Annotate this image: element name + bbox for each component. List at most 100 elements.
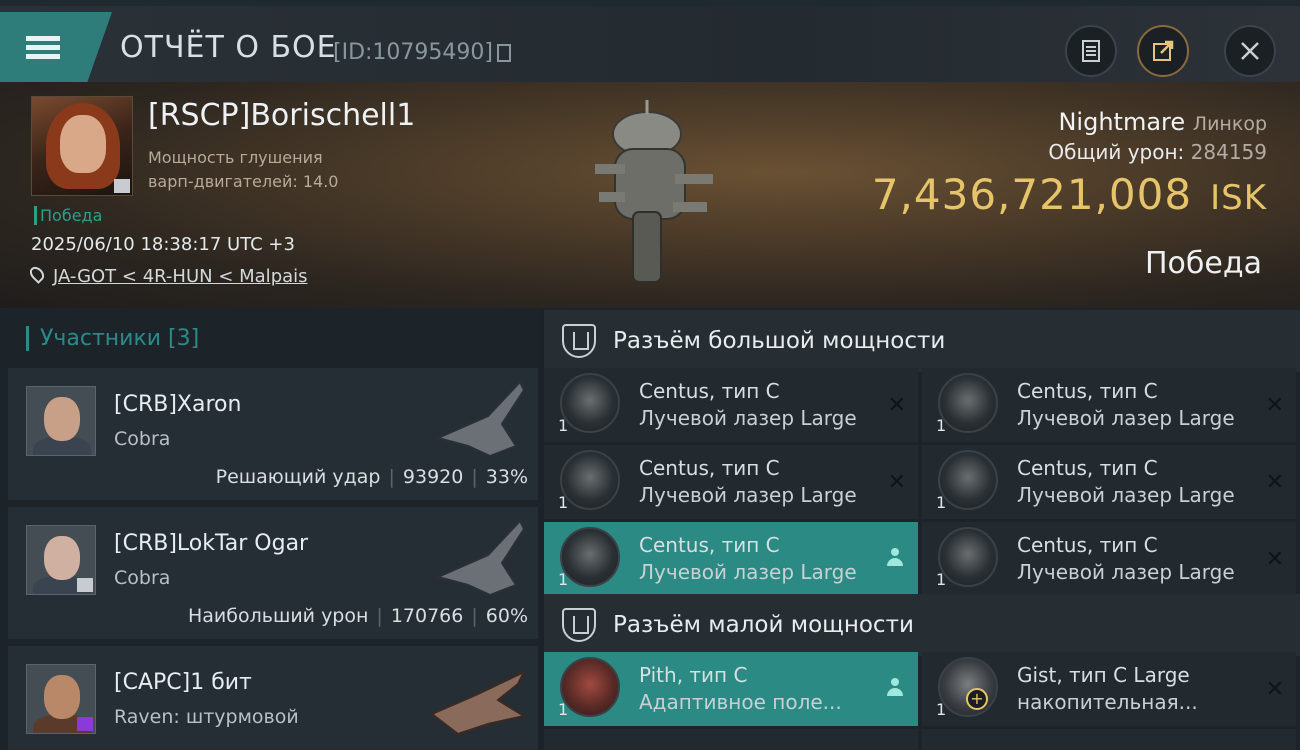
- participant-percent: 60%: [485, 605, 528, 627]
- location-text: JA-GOT < 4R-HUN < Malpais: [53, 266, 308, 287]
- module-type: накопительная...: [1017, 690, 1198, 714]
- info-badge-icon: [77, 717, 93, 731]
- participant-name: [CRB]Xaron: [114, 392, 242, 417]
- total-damage-value: 284159: [1190, 140, 1267, 164]
- participant-card[interactable]: [CAPC]1 бит Raven: штурмовой: [8, 646, 538, 750]
- victim-name[interactable]: [RSCP]Borischell1: [148, 98, 415, 133]
- page-title: ОТЧЁТ О БОЕ: [120, 30, 337, 65]
- battle-outcome: Победа: [1145, 246, 1262, 281]
- isk-value: 7,436,721,008 ISK: [872, 170, 1267, 219]
- close-x-icon: ✕: [887, 393, 906, 418]
- close-x-icon: ✕: [1265, 470, 1284, 495]
- low-slot-header: Разъём малой мощности: [544, 594, 1300, 656]
- shield-icon: [562, 608, 596, 642]
- total-damage-label: Общий урон:: [1048, 140, 1185, 164]
- high-slot-header: Разъём большой мощности: [544, 310, 1300, 372]
- close-x-icon: ✕: [1265, 393, 1284, 418]
- report-id-text: [ID:10795490]: [333, 40, 493, 65]
- module-item[interactable]: 1 Centus, тип C Лучевой лазер Large ✕: [922, 445, 1296, 519]
- close-icon: [1241, 42, 1259, 60]
- module-type: Адаптивное поле...: [639, 690, 842, 714]
- participant-role: Наибольший урон: [187, 605, 369, 627]
- participant-ship: Raven: штурмовой: [114, 706, 299, 728]
- participant-name: [CAPC]1 бит: [114, 670, 252, 695]
- participant-percent: 33%: [485, 466, 528, 488]
- victim-summary: [RSCP]Borischell1 Мощность глушения варп…: [0, 82, 1300, 308]
- notes-icon: [1082, 40, 1100, 62]
- victim-avatar[interactable]: [31, 96, 133, 196]
- participant-damage: 93920: [402, 466, 464, 488]
- high-slot-label: Разъём большой мощности: [613, 328, 946, 354]
- participants-panel: Участники [3] [CRB]Xaron Cobra Решающий …: [0, 308, 540, 750]
- fitting-panel: Разъём большой мощности 1 Centus, тип C …: [544, 308, 1300, 750]
- share-icon: [1153, 40, 1174, 61]
- module-type: Лучевой лазер Large: [1017, 406, 1235, 430]
- report-id[interactable]: [ID:10795490]: [333, 40, 511, 65]
- participant-ship: Cobra: [114, 567, 171, 589]
- module-qty: 1: [936, 570, 947, 589]
- module-item[interactable]: 1 Centus, тип C Лучевой лазер Large ✕: [922, 368, 1296, 442]
- participant-ship: Cobra: [114, 428, 171, 450]
- shield-icon: [562, 324, 596, 358]
- module-type: Лучевой лазер Large: [1017, 560, 1235, 584]
- participant-role: Решающий удар: [215, 466, 381, 488]
- close-button[interactable]: [1224, 25, 1276, 77]
- victim-ship: Nightmare Линкор: [1058, 108, 1267, 136]
- module-type: Лучевой лазер Large: [639, 483, 857, 507]
- module-item[interactable]: 1 Centus, тип C Лучевой лазер Large ✕: [544, 445, 918, 519]
- module-name: Centus, тип C: [1017, 533, 1158, 557]
- module-item[interactable]: 1 Centus, тип C Лучевой лазер Large ✕: [922, 522, 1296, 596]
- participant-card[interactable]: [CRB]LokTar Ogar Cobra Наибольший урон | 1…: [8, 507, 538, 639]
- module-qty: 1: [558, 570, 569, 589]
- module-item[interactable]: [922, 729, 1296, 750]
- person-icon: [886, 548, 904, 568]
- module-name: Centus, тип C: [639, 533, 780, 557]
- total-damage: Общий урон: 284159: [1048, 140, 1267, 164]
- module-type: Лучевой лазер Large: [1017, 483, 1235, 507]
- module-qty: 1: [936, 700, 947, 719]
- battle-location[interactable]: JA-GOT < 4R-HUN < Malpais: [27, 264, 308, 287]
- participant-stats: Решающий удар | 93920 | 33%: [215, 466, 528, 488]
- copy-icon[interactable]: [496, 44, 511, 62]
- module-qty: 1: [558, 416, 569, 435]
- victim-ship-class: Линкор: [1192, 113, 1267, 135]
- close-x-icon: ✕: [1265, 677, 1284, 702]
- module-item[interactable]: [544, 729, 918, 750]
- badge-icon: [77, 578, 93, 592]
- module-name: Centus, тип C: [1017, 379, 1158, 403]
- victim-ship-name: Nightmare: [1058, 108, 1186, 136]
- share-button[interactable]: [1137, 25, 1189, 77]
- victim-stat: Мощность глушения варп-двигателей: 14.0: [148, 146, 338, 194]
- module-item[interactable]: 1 Centus, тип C Лучевой лазер Large ✕: [544, 368, 918, 442]
- laser-module-icon: [938, 527, 998, 587]
- module-type: Лучевой лазер Large: [639, 560, 857, 584]
- module-item[interactable]: 1 Pith, тип C Адаптивное поле...: [544, 652, 918, 726]
- laser-module-icon: [560, 373, 620, 433]
- module-type: Лучевой лазер Large: [639, 406, 857, 430]
- module-name: Centus, тип C: [1017, 456, 1158, 480]
- module-item[interactable]: 1 Centus, тип C Лучевой лазер Large: [544, 522, 918, 596]
- module-item[interactable]: + 1 Gist, тип C Large накопительная... ✕: [922, 652, 1296, 726]
- location-pin-icon: [27, 264, 47, 284]
- participant-stats: Наибольший урон | 170766 | 60%: [187, 605, 528, 627]
- battle-report-screen: { "header": { "title": "ОТЧЁТ О БОЕ", "r…: [0, 0, 1300, 750]
- result-tag: Победа: [34, 206, 102, 225]
- module-qty: 1: [558, 700, 569, 719]
- isk-amount: 7,436,721,008: [871, 170, 1193, 219]
- notes-button[interactable]: [1065, 25, 1117, 77]
- close-x-icon: ✕: [1265, 547, 1284, 572]
- module-name: Centus, тип C: [639, 456, 780, 480]
- participant-card[interactable]: [CRB]Xaron Cobra Решающий удар | 93920 | 33%: [8, 368, 538, 500]
- participant-ship-image: [434, 519, 526, 597]
- menu-button[interactable]: [0, 12, 112, 82]
- module-qty: 1: [936, 493, 947, 512]
- laser-module-icon: [560, 450, 620, 510]
- module-qty: 1: [558, 493, 569, 512]
- isk-currency: ISK: [1210, 178, 1267, 218]
- shield-module-icon: [560, 657, 620, 717]
- laser-module-icon: [560, 527, 620, 587]
- participant-damage: 170766: [390, 605, 464, 627]
- low-slot-label: Разъём малой мощности: [613, 612, 914, 638]
- laser-module-icon: [938, 450, 998, 510]
- badge-icon: [114, 179, 130, 193]
